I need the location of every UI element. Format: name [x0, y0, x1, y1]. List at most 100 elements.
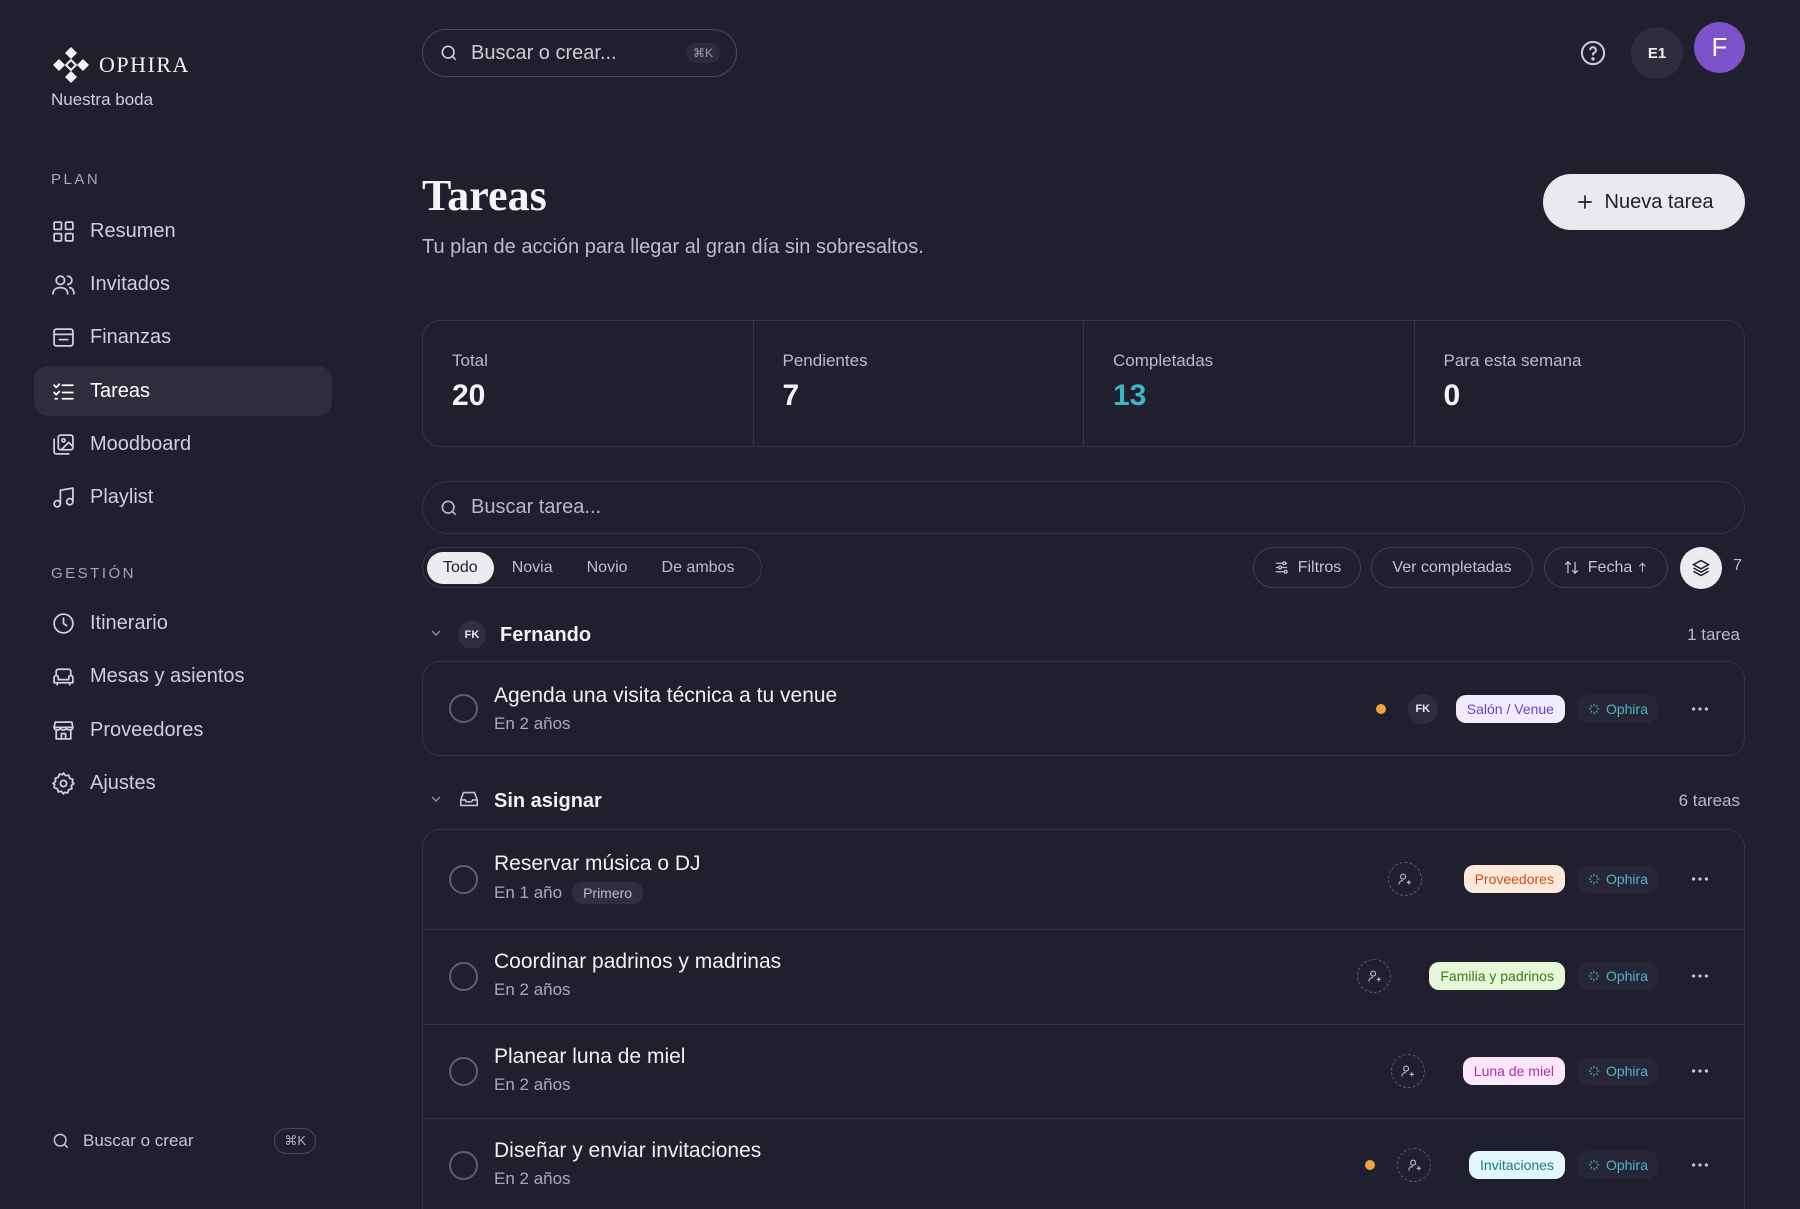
task-due: En 2 años: [494, 1075, 571, 1094]
brand-name: OPHIRA: [99, 52, 190, 77]
group-header-fernando[interactable]: FK Fernando 1 tarea: [428, 619, 1740, 651]
show-completed-button[interactable]: Ver completadas: [1371, 547, 1533, 588]
more-options-icon[interactable]: [1688, 867, 1712, 891]
filters-button[interactable]: Filtros: [1253, 547, 1361, 588]
wallet-icon: [53, 327, 74, 347]
search-icon: [441, 500, 457, 515]
category-tag[interactable]: Familia y padrinos: [1429, 962, 1565, 990]
task-row[interactable]: Coordinar padrinos y madrinas En 2 años …: [423, 929, 1744, 1024]
gear-icon: [52, 771, 75, 795]
filter-ambos[interactable]: De ambos: [646, 552, 751, 584]
category-tag[interactable]: Luna de miel: [1462, 1057, 1565, 1085]
wedding-name: Nuestra boda: [51, 90, 154, 109]
assign-user-icon[interactable]: [1390, 1054, 1425, 1088]
assign-user-icon[interactable]: [1387, 862, 1422, 896]
stats-panel: Total 20 Pendientes 7 Completadas 13 Par…: [422, 320, 1745, 447]
stat-completadas: Completadas 13: [1084, 321, 1415, 446]
category-tag[interactable]: Salón / Venue: [1455, 695, 1565, 723]
source-tag: Ophira: [1576, 962, 1658, 990]
sidebar-item-invitados[interactable]: Invitados: [34, 259, 332, 309]
section-label-gestion: GESTIÓN: [51, 565, 137, 582]
workspace-badge[interactable]: E1: [1631, 27, 1683, 79]
assign-user-icon[interactable]: [1397, 1148, 1432, 1182]
stat-value: 20: [452, 379, 486, 412]
stat-label: Total: [452, 351, 488, 370]
sidebar-item-resumen[interactable]: Resumen: [34, 206, 332, 256]
show-completed-label: Ver completadas: [1392, 558, 1512, 576]
sidebar-item-mesas[interactable]: Mesas y asientos: [34, 651, 332, 701]
sidebar-item-label: Moodboard: [90, 432, 192, 455]
new-task-button[interactable]: Nueva tarea: [1543, 174, 1745, 230]
sidebar-search-label: Buscar o crear: [83, 1131, 194, 1150]
more-options-icon[interactable]: [1688, 1153, 1712, 1177]
filter-todo[interactable]: Todo: [427, 551, 494, 584]
more-options-icon[interactable]: [1688, 1059, 1712, 1083]
sidebar-item-label: Tareas: [90, 379, 151, 402]
sidebar-item-moodboard[interactable]: Moodboard: [34, 419, 332, 469]
sidebar-item-itinerario[interactable]: Itinerario: [34, 598, 332, 648]
inbox-icon: [458, 788, 480, 815]
task-title: Coordinar padrinos y madrinas: [494, 950, 782, 973]
sidebar-item-proveedores[interactable]: Proveedores: [34, 705, 332, 755]
sidebar-item-finanzas[interactable]: Finanzas: [34, 312, 332, 362]
sidebar-item-tareas[interactable]: Tareas: [34, 366, 332, 416]
task-checkbox[interactable]: [449, 1057, 478, 1086]
source-label: Ophira: [1605, 701, 1648, 717]
plus-icon: [1577, 195, 1592, 209]
task-checkbox[interactable]: [449, 865, 478, 894]
task-checkbox[interactable]: [449, 962, 478, 991]
global-search-input[interactable]: Buscar o crear... ⌘K: [422, 29, 737, 77]
filter-novio[interactable]: Novio: [571, 552, 644, 584]
stat-label: Pendientes: [782, 351, 868, 370]
stat-label: Completadas: [1113, 351, 1214, 370]
task-row[interactable]: Planear luna de miel En 2 años Luna de m…: [423, 1024, 1744, 1118]
sidebar: OPHIRA Nuestra boda PLAN Resumen Invitad…: [0, 0, 365, 1209]
stat-value: 7: [782, 379, 800, 412]
task-row[interactable]: Agenda una visita técnica a tu venue En …: [423, 662, 1744, 755]
sort-button[interactable]: Fecha: [1544, 547, 1668, 588]
sidebar-item-playlist[interactable]: Playlist: [34, 472, 332, 522]
assignee-avatar[interactable]: FK: [1407, 694, 1438, 724]
sidebar-item-label: Resumen: [90, 219, 176, 242]
filter-novia[interactable]: Novia: [496, 552, 569, 584]
sidebar-item-label: Finanzas: [90, 325, 172, 348]
task-title: Planear luna de miel: [494, 1045, 686, 1068]
chevron-down-icon[interactable]: [428, 791, 444, 812]
sidebar-item-ajustes[interactable]: Ajustes: [34, 758, 332, 808]
stat-value: 13: [1113, 379, 1147, 412]
source-label: Ophira: [1605, 968, 1648, 984]
task-row[interactable]: Reservar música o DJ En 1 año Primero Pr…: [423, 830, 1744, 929]
task-checkbox[interactable]: [449, 694, 478, 723]
grid-icon: [53, 220, 74, 242]
sidebar-search-button[interactable]: Buscar o crear ⌘K: [51, 1126, 316, 1156]
task-checkbox[interactable]: [449, 1151, 478, 1180]
avatar[interactable]: F: [1694, 22, 1745, 73]
more-options-icon[interactable]: [1688, 697, 1712, 721]
owner-filter: Todo Novia Novio De ambos: [422, 547, 762, 588]
page-title: Tareas: [422, 171, 547, 220]
source-tag: Ophira: [1576, 1151, 1658, 1179]
sidebar-item-label: Ajustes: [90, 771, 156, 794]
sidebar-item-label: Mesas y asientos: [90, 664, 245, 687]
source-label: Ophira: [1605, 871, 1648, 887]
source-tag: Ophira: [1576, 865, 1658, 893]
group-name: Fernando: [500, 623, 592, 646]
sliders-icon: [1275, 561, 1288, 574]
task-search-input[interactable]: Buscar tarea...: [422, 481, 1745, 534]
category-tag[interactable]: Proveedores: [1463, 865, 1565, 893]
sparkle-icon: [1588, 873, 1600, 885]
task-row[interactable]: Diseñar y enviar invitaciones En 2 años …: [423, 1118, 1744, 1209]
group-toggle-button[interactable]: [1680, 547, 1722, 589]
more-options-icon[interactable]: [1688, 964, 1712, 988]
search-icon: [53, 1133, 69, 1149]
music-icon: [53, 486, 74, 508]
task-title: Diseñar y enviar invitaciones: [494, 1139, 762, 1162]
task-due: En 2 años: [494, 980, 571, 999]
chevron-down-icon[interactable]: [428, 625, 444, 646]
help-button[interactable]: [1579, 39, 1607, 67]
group-header-sin-asignar[interactable]: Sin asignar 6 tareas: [428, 785, 1740, 817]
category-tag[interactable]: Invitaciones: [1469, 1151, 1565, 1179]
assign-user-icon[interactable]: [1357, 959, 1392, 993]
avatar: FK: [458, 621, 486, 649]
brand[interactable]: OPHIRA: [51, 45, 190, 85]
